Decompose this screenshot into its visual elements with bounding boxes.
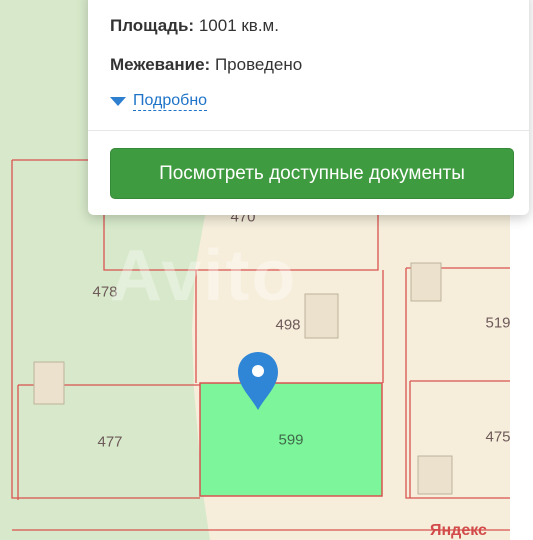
- view-documents-button[interactable]: Посмотреть доступные документы: [110, 148, 514, 199]
- parcel-label-599: 599: [278, 431, 304, 449]
- avito-watermark: Avito: [110, 236, 298, 316]
- details-link-text: Подробно: [133, 92, 208, 111]
- survey-label: Межевание:: [110, 55, 211, 74]
- survey-row: Межевание: Проведено: [110, 55, 302, 75]
- parcel-label-475: 475: [485, 428, 511, 446]
- parcel-info-card: Площадь: 1001 кв.м. Межевание: Проведено…: [88, 0, 529, 215]
- map-provider-logo[interactable]: Яндекс: [430, 522, 487, 540]
- area-value: 1001 кв.м.: [198, 16, 279, 35]
- area-label: Площадь:: [110, 16, 195, 35]
- details-link[interactable]: Подробно: [110, 91, 208, 111]
- area-row: Площадь: 1001 кв.м.: [110, 16, 279, 36]
- parcel-label-498: 498: [275, 316, 301, 334]
- parcel-label-519: 519: [485, 314, 511, 332]
- triangle-down-icon: [110, 96, 126, 106]
- card-divider: [88, 130, 529, 131]
- survey-value: Проведено: [214, 55, 303, 74]
- parcel-label-477: 477: [97, 433, 123, 451]
